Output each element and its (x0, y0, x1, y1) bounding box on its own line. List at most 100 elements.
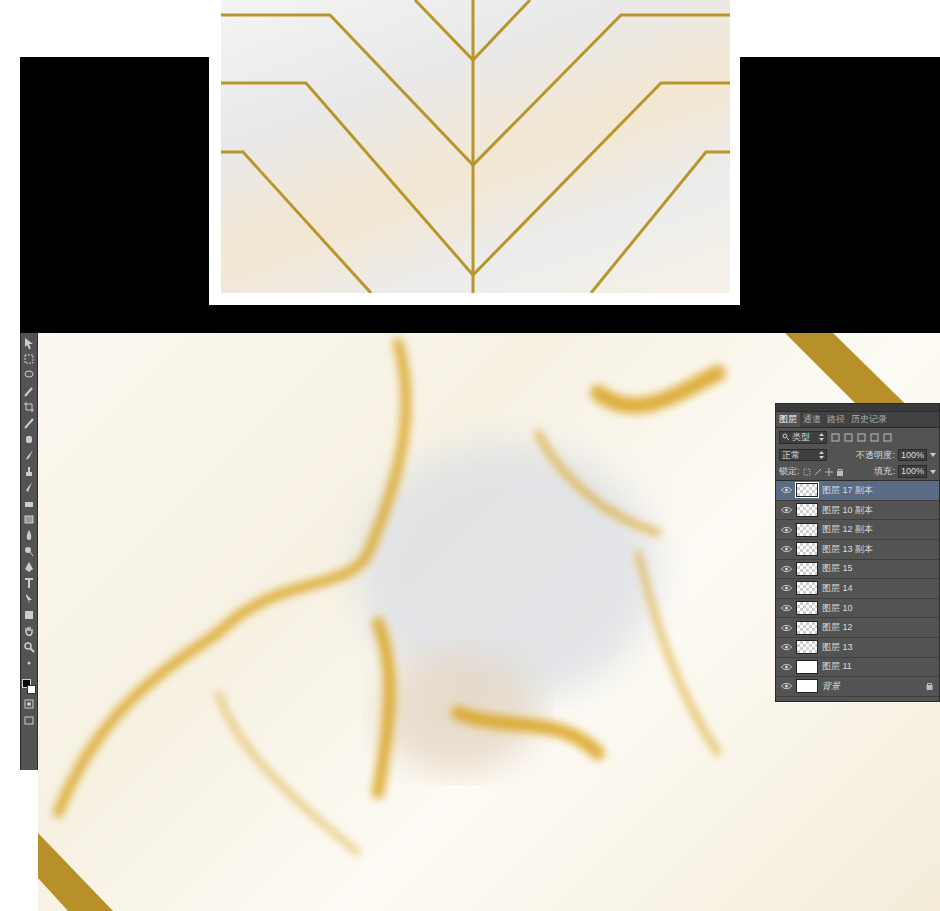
dropdown-arrows-icon (819, 451, 824, 459)
screen-mode-icon[interactable] (23, 714, 35, 727)
layer-name[interactable]: 图层 13 (822, 642, 922, 653)
gold-lines-icon (221, 0, 730, 293)
layer-name[interactable]: 图层 17 副本 (822, 485, 922, 496)
opacity-arrow-icon[interactable] (930, 452, 936, 458)
layer-row[interactable]: 图层 13 (776, 638, 939, 658)
panel-tab[interactable]: 路径 (824, 412, 848, 427)
layer-name[interactable]: 图层 12 副本 (822, 524, 922, 535)
crop-tool-icon[interactable] (23, 401, 35, 414)
layer-row[interactable]: 背景 (776, 677, 939, 697)
eye-icon[interactable] (781, 624, 792, 632)
layer-row[interactable]: 图层 12 (776, 618, 939, 638)
lock-brush-icon[interactable] (814, 468, 822, 476)
hand-tool-icon[interactable] (23, 625, 35, 638)
eyedropper-tool-icon[interactable] (23, 417, 35, 430)
filter-row: 类型 (776, 428, 939, 447)
marble-preview (209, 0, 740, 305)
lock-icon (926, 506, 933, 514)
layer-row[interactable]: 图层 15 (776, 560, 939, 580)
brush-tool-icon[interactable] (23, 449, 35, 462)
layer-thumbnail (796, 542, 818, 556)
lock-icon (926, 584, 933, 592)
layer-row[interactable]: 图层 17 副本 (776, 481, 939, 501)
lock-transparency-icon[interactable] (803, 468, 811, 476)
lock-icon (926, 624, 933, 632)
stamp-tool-icon[interactable] (23, 465, 35, 478)
eye-icon[interactable] (781, 604, 792, 612)
layer-thumbnail (796, 640, 818, 654)
lock-move-icon[interactable] (825, 468, 833, 476)
layer-row[interactable]: 图层 12 副本 (776, 520, 939, 540)
toolbar (20, 333, 38, 770)
layer-thumbnail (796, 621, 818, 635)
eraser-tool-icon[interactable] (23, 497, 35, 510)
lock-icon (926, 643, 933, 651)
panel-tab[interactable]: 历史记录 (848, 412, 890, 427)
layer-name[interactable]: 图层 10 (822, 603, 922, 614)
workspace: 图层通道路径历史记录类型正常不透明度:100%锁定:填充:100%图层 17 副… (0, 333, 940, 911)
layers-panel: 图层通道路径历史记录类型正常不透明度:100%锁定:填充:100%图层 17 副… (775, 403, 940, 702)
layer-name[interactable]: 背景 (822, 681, 922, 692)
history-brush-icon[interactable] (23, 481, 35, 494)
panel-tab[interactable]: 图层 (776, 412, 800, 427)
filter-dropdown[interactable]: 类型 (779, 431, 827, 444)
eye-icon[interactable] (781, 545, 792, 553)
lock-all-icon[interactable] (836, 468, 844, 476)
opacity-field[interactable]: 100% (898, 449, 927, 462)
type-tool-icon[interactable] (23, 577, 35, 590)
shape-tool-icon[interactable] (23, 609, 35, 622)
layer-name[interactable]: 图层 10 副本 (822, 505, 922, 516)
lock-icon (926, 682, 933, 690)
eye-icon[interactable] (781, 506, 792, 514)
smart-filter-icon[interactable] (883, 433, 892, 442)
fill-field[interactable]: 100% (898, 465, 927, 478)
adjust-filter-icon[interactable] (844, 433, 853, 442)
layer-thumbnail (796, 601, 818, 615)
fill-arrow-icon[interactable] (930, 469, 936, 475)
image-filter-icon[interactable] (831, 433, 840, 442)
shape-filter-icon[interactable] (870, 433, 879, 442)
layer-name[interactable]: 图层 11 (822, 661, 922, 672)
blend-mode-dropdown[interactable]: 正常 (779, 449, 827, 462)
eye-icon[interactable] (781, 584, 792, 592)
pen-tool-icon[interactable] (23, 561, 35, 574)
move-tool-icon[interactable] (23, 337, 35, 350)
panel-tabs: 图层通道路径历史记录 (776, 412, 939, 428)
lock-icon (926, 486, 933, 494)
layer-row[interactable]: 图层 13 副本 (776, 540, 939, 560)
healing-tool-icon[interactable] (23, 433, 35, 446)
layer-thumbnail (796, 581, 818, 595)
path-select-icon[interactable] (23, 593, 35, 606)
preview-area (0, 0, 940, 333)
layer-name[interactable]: 图层 14 (822, 583, 922, 594)
eye-icon[interactable] (781, 663, 792, 671)
layer-thumbnail (796, 679, 818, 693)
layer-row[interactable]: 图层 10 副本 (776, 501, 939, 521)
eye-icon[interactable] (781, 486, 792, 494)
eye-icon[interactable] (781, 682, 792, 690)
blur-tool-icon[interactable] (23, 529, 35, 542)
layer-thumbnail (796, 503, 818, 517)
layer-row[interactable]: 图层 11 (776, 658, 939, 678)
color-swatches[interactable] (22, 679, 36, 695)
zoom-tool-icon[interactable] (23, 641, 35, 654)
panel-tab[interactable]: 通道 (800, 412, 824, 427)
eye-icon[interactable] (781, 565, 792, 573)
dodge-tool-icon[interactable] (23, 545, 35, 558)
layer-thumbnail (796, 562, 818, 576)
layer-name[interactable]: 图层 15 (822, 563, 922, 574)
gradient-tool-icon[interactable] (23, 513, 35, 526)
layer-thumbnail (796, 483, 818, 497)
layer-row[interactable]: 图层 10 (776, 599, 939, 619)
eye-icon[interactable] (781, 526, 792, 534)
layer-row[interactable]: 图层 14 (776, 579, 939, 599)
lasso-tool-icon[interactable] (23, 369, 35, 382)
layer-name[interactable]: 图层 13 副本 (822, 544, 922, 555)
eye-icon[interactable] (781, 643, 792, 651)
quick-mask-icon[interactable] (23, 698, 35, 711)
marquee-tool-icon[interactable] (23, 353, 35, 366)
wand-tool-icon[interactable] (23, 385, 35, 398)
type-filter-icon[interactable] (857, 433, 866, 442)
extra-tools-icon[interactable] (23, 657, 35, 670)
layer-name[interactable]: 图层 12 (822, 622, 922, 633)
